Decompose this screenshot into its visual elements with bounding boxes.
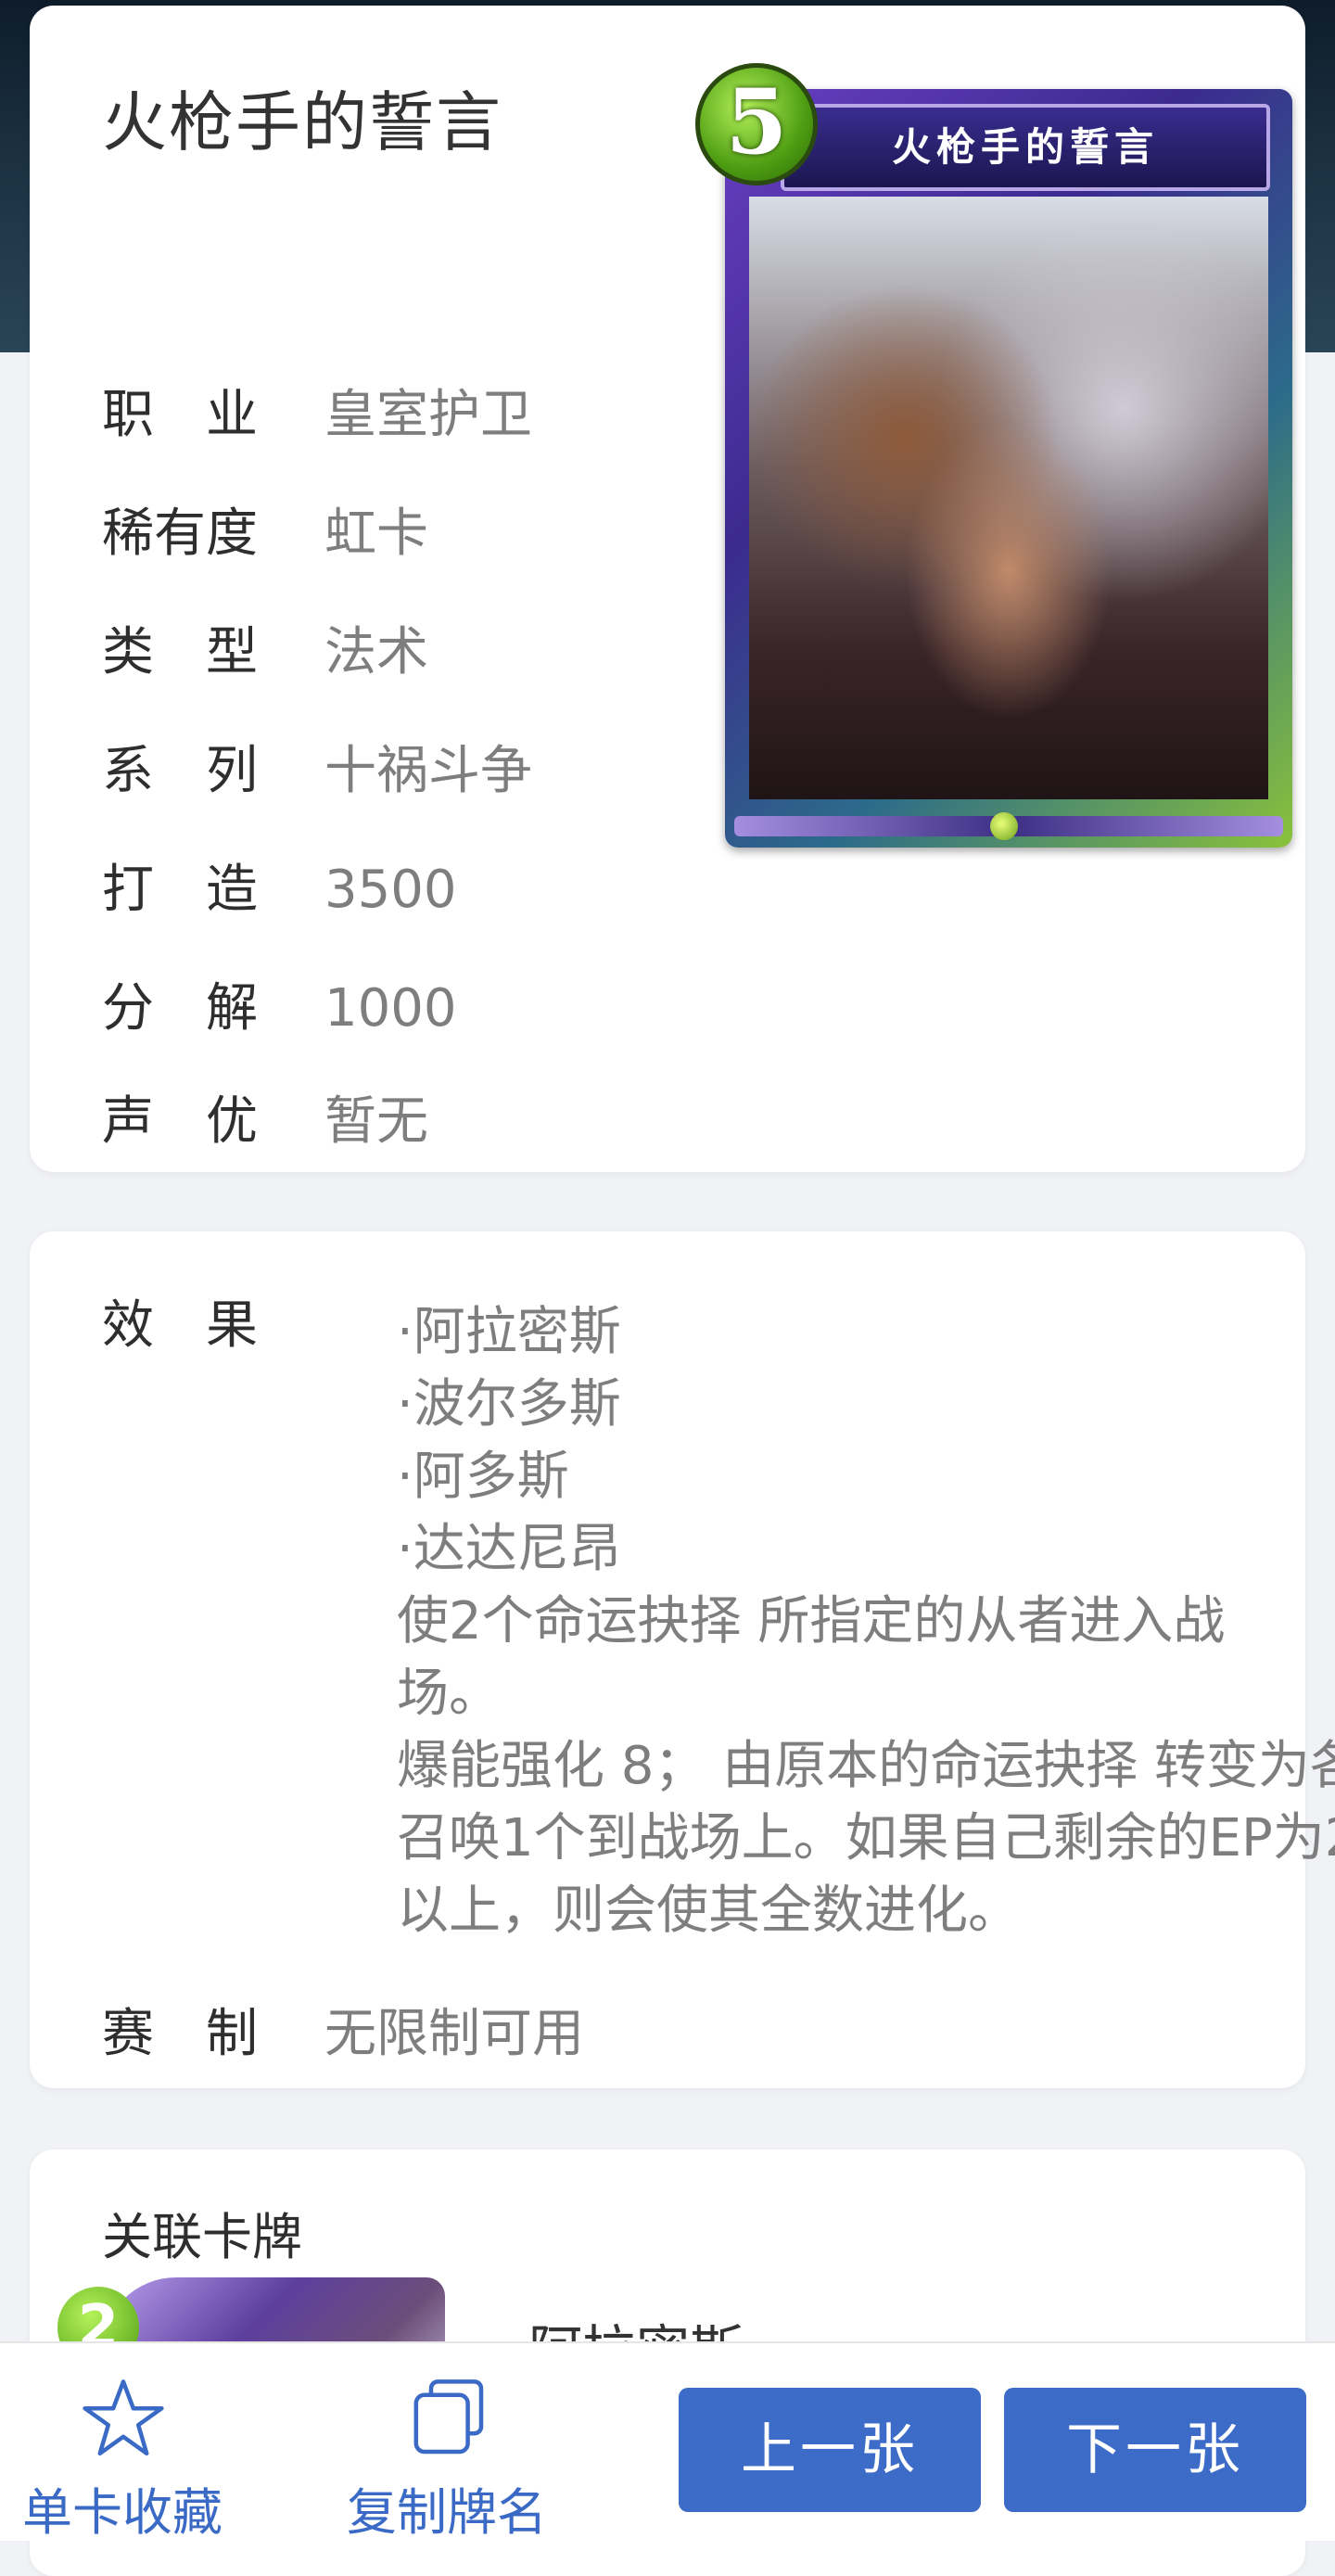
info-value: 暂无 [324, 1091, 428, 1152]
info-label: 分 解 [102, 978, 258, 1039]
card-info-panel: 火枪手的誓言 火枪手的誓言 5 职 业 皇室护卫 稀有度 虹卡 类 型 法术 系… [30, 6, 1305, 1172]
info-label: 类 型 [102, 622, 258, 682]
effect-line: ·波尔多斯 [397, 1374, 621, 1435]
copy-name-button[interactable]: 复制牌名 [336, 2369, 558, 2542]
cost-badge: 5 [695, 63, 818, 185]
prev-card-button[interactable]: 上一张 [679, 2388, 981, 2512]
info-value: 虹卡 [324, 504, 428, 564]
effect-label: 效 果 [102, 1295, 258, 1356]
info-label: 稀有度 [102, 504, 258, 564]
info-value: 皇室护卫 [324, 385, 532, 445]
card-art-banner: 火枪手的誓言 [781, 104, 1270, 191]
card-frame: 火枪手的誓言 [725, 89, 1292, 848]
format-value: 无限制可用 [324, 2004, 584, 2064]
effect-text: ·阿拉密斯 ·波尔多斯 ·阿多斯 ·达达尼昂 使2个命运抉择 所指定的从者进入战… [397, 1296, 1335, 1947]
info-label: 声 优 [102, 1091, 258, 1152]
next-card-button[interactable]: 下一张 [1004, 2388, 1306, 2512]
favorite-label: 单卡收藏 [22, 2483, 222, 2542]
effect-line: 爆能强化 8； 由原本的命运抉择 转变为各召唤1个到战场上。如果自己剩余的EP为… [397, 1736, 1335, 1941]
favorite-button[interactable]: 单卡收藏 [11, 2369, 234, 2542]
card-art[interactable]: 火枪手的誓言 5 [695, 63, 1296, 853]
info-label: 系 列 [102, 741, 258, 801]
rarity-gem-icon [990, 812, 1018, 840]
copy-name-label: 复制牌名 [347, 2483, 547, 2542]
related-title: 关联卡牌 [102, 2208, 302, 2266]
effect-line: ·阿多斯 [397, 1447, 569, 1507]
info-value: 法术 [324, 622, 428, 682]
info-label: 打 造 [102, 860, 258, 920]
info-value: 3500 [324, 860, 457, 920]
copy-icon [413, 2379, 484, 2455]
card-effect-panel: 效 果 ·阿拉密斯 ·波尔多斯 ·阿多斯 ·达达尼昂 使2个命运抉择 所指定的从… [30, 1231, 1335, 2088]
card-title: 火枪手的誓言 [102, 84, 502, 160]
card-illustration [749, 197, 1268, 799]
info-value: 十祸斗争 [324, 741, 532, 801]
format-label: 赛 制 [102, 2004, 258, 2064]
info-value: 1000 [324, 978, 457, 1039]
star-icon [83, 2379, 164, 2456]
effect-line: 使2个命运抉择 所指定的从者进入战场。 [397, 1591, 1226, 1724]
effect-line: ·达达尼昂 [397, 1519, 621, 1579]
info-label: 职 业 [102, 385, 258, 445]
effect-line: ·阿拉密斯 [397, 1302, 621, 1362]
